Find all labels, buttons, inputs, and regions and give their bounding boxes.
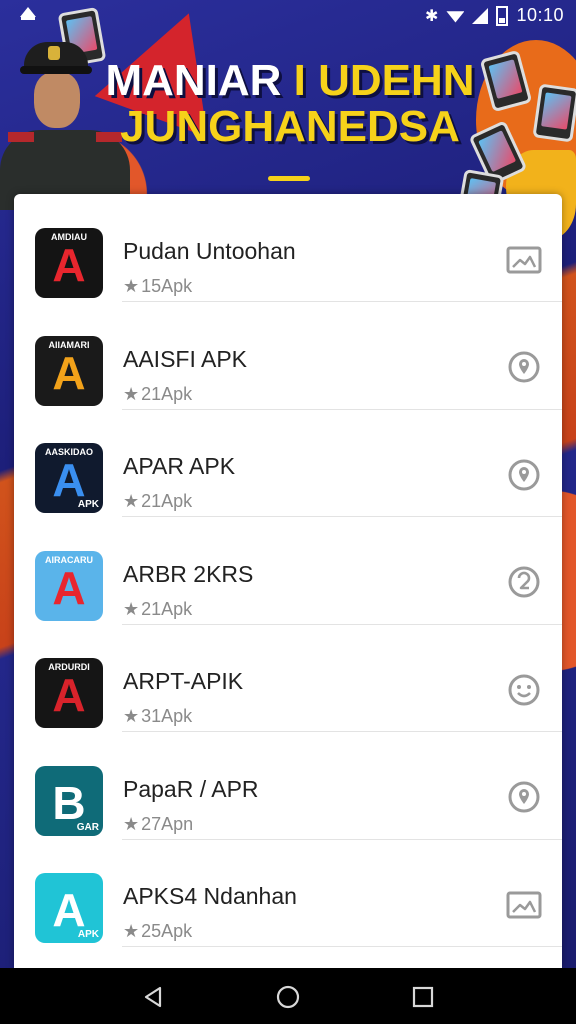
download-circle-icon (507, 565, 541, 604)
app-list-item[interactable]: B GAR PapaR / APR ★ 27Apn (14, 732, 562, 840)
banner-title-line2: JUNGHANEDSA (120, 102, 460, 152)
status-time: 10:10 (516, 5, 564, 25)
app-list-item[interactable]: AMDIAU A Pudan Untoohan ★ 15Apk (14, 194, 562, 302)
app-size: 21Apk (141, 598, 193, 619)
app-action-button[interactable] (506, 565, 542, 604)
star-icon: ★ (123, 383, 140, 404)
location-pin-icon (507, 780, 541, 819)
app-icon-letter: A (52, 454, 86, 506)
app-list-item[interactable]: A APK APKS4 Ndanhan ★ 25Apk (14, 839, 562, 947)
signal-icon (472, 7, 489, 24)
app-icon: A APK (35, 873, 103, 943)
app-icon: ARDURDI A (35, 658, 103, 728)
app-action-button[interactable] (506, 244, 542, 280)
app-list-item[interactable]: AIIAMARI A AAISFI APK ★ 21Apk (14, 302, 562, 410)
app-name: PapaR / APR (123, 775, 259, 802)
recents-square-icon (412, 986, 434, 1008)
status-bar: ✱ 10:10 (0, 0, 576, 30)
star-icon: ★ (123, 491, 140, 511)
notification-icon (18, 5, 38, 26)
app-action-button[interactable] (506, 459, 542, 495)
app-icon: B GAR (35, 765, 103, 836)
app-icon-letter: A (52, 669, 86, 721)
app-size: 21Apk (141, 491, 193, 511)
app-rating-size: ★ 25Apk (123, 921, 192, 942)
app-icon-letter: A (52, 561, 86, 614)
battery-icon (496, 5, 509, 26)
phone-illustration (532, 83, 576, 143)
app-icon-letter: A (52, 346, 86, 399)
app-action-button[interactable] (506, 889, 542, 925)
star-icon: ★ (123, 813, 140, 834)
app-name: APKS4 Ndanhan (123, 883, 297, 909)
star-icon: ★ (123, 598, 140, 619)
banner-title-line1-a: MANIAR (105, 56, 282, 105)
star-icon: ★ (123, 706, 140, 726)
back-triangle-icon (144, 986, 162, 1008)
app-icon-subtext: APK (77, 499, 99, 510)
recents-button[interactable] (410, 984, 436, 1010)
app-rating-size: ★ 27Apn (123, 814, 193, 835)
app-rating-size: ★ 21Apk (123, 599, 192, 620)
app-icon: AASKIDAO A APK (35, 443, 103, 513)
image-icon (506, 890, 542, 925)
location-pin-icon (507, 458, 541, 497)
location-pin-icon (507, 350, 541, 389)
app-name: Pudan Untoohan (123, 238, 296, 264)
app-icon-letter: A (52, 239, 86, 291)
app-action-button[interactable] (506, 350, 542, 389)
app-icon: AIIAMARI A (35, 335, 103, 406)
app-rating-size: ★ 21Apk (123, 384, 192, 405)
star-icon: ★ (123, 276, 140, 296)
app-size: 25Apk (141, 921, 193, 941)
app-list-item[interactable]: AASKIDAO A APK APAR APK ★ 21Apk (14, 409, 562, 517)
banner-underline (268, 176, 310, 181)
app-size: 21Apk (141, 383, 193, 404)
banner-title-line1-b: I UDEHN (293, 56, 475, 105)
app-icon-subtext: GAR (76, 821, 99, 833)
app-size: 27Apn (141, 813, 194, 834)
app-rating-size: ★ 31Apk (123, 706, 192, 727)
bluetooth-icon: ✱ (425, 7, 439, 25)
app-name: AAISFI APK (123, 345, 247, 372)
app-size: 31Apk (141, 706, 193, 726)
back-button[interactable] (140, 984, 166, 1010)
app-action-button[interactable] (506, 674, 542, 710)
app-rating-size: ★ 21Apk (123, 491, 192, 512)
app-icon-letter: B (52, 776, 86, 829)
smile-circle-icon (507, 673, 541, 712)
navigation-bar (0, 968, 576, 1024)
wifi-icon (446, 11, 465, 23)
app-action-button[interactable] (506, 780, 542, 819)
app-list-item[interactable]: ARDURDI A ARPT-APIK ★ 31Apk (14, 624, 562, 732)
image-icon (506, 245, 542, 280)
app-icon-subtext: APK (77, 929, 99, 940)
star-icon: ★ (123, 921, 140, 941)
app-icon: AMDIAU A (35, 228, 103, 298)
app-size: 15Apk (141, 276, 193, 296)
home-button[interactable] (275, 984, 301, 1010)
app-name: APAR APK (123, 453, 236, 479)
banner-title: MANIAR I UDEHN JUNGHANEDSA (100, 56, 480, 152)
app-list: AMDIAU A Pudan Untoohan ★ 15Apk AIIAMARI … (14, 194, 562, 968)
app-name: ARBR 2KRS (123, 560, 254, 587)
app-list-item[interactable]: AIRACARU A ARBR 2KRS ★ 21Apk (14, 517, 562, 625)
app-icon-letter: A (52, 884, 86, 936)
app-icon: AIRACARU A (35, 550, 103, 621)
app-rating-size: ★ 15Apk (123, 276, 192, 297)
home-circle-icon (276, 985, 300, 1009)
app-name: ARPT-APIK (123, 668, 244, 694)
divider (122, 946, 562, 947)
